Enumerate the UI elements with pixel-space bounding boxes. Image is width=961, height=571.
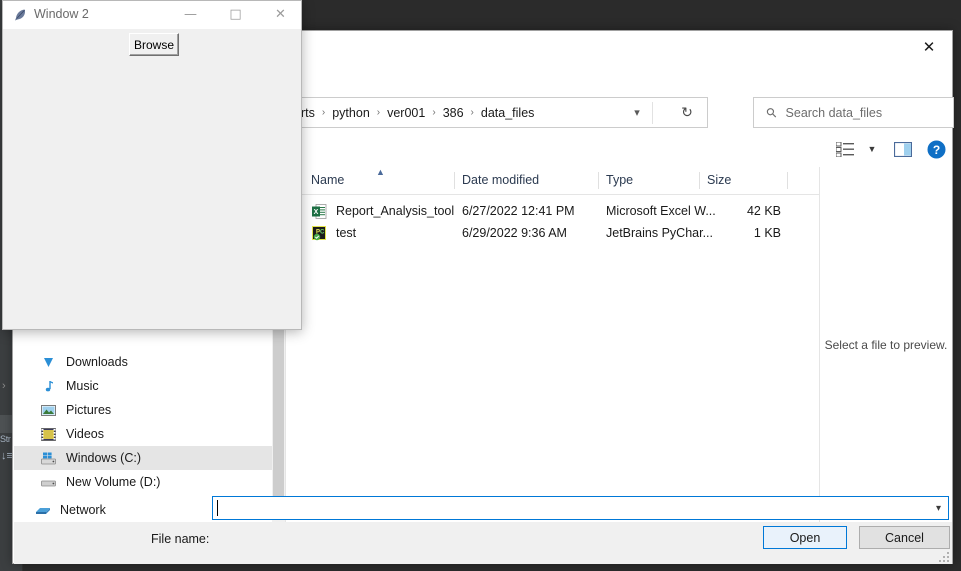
excel-file-icon: X <box>311 203 328 220</box>
file-name-cell[interactable]: P C test <box>311 222 356 244</box>
file-name-text: Report_Analysis_tool <box>336 204 455 218</box>
minimize-icon[interactable]: — <box>168 1 213 28</box>
text-caret <box>217 500 218 516</box>
feather-icon <box>12 7 28 23</box>
breadcrumb-separator: › <box>432 107 436 118</box>
breadcrumb-item-3[interactable]: 386 <box>440 106 467 120</box>
breadcrumb-item-1[interactable]: python <box>329 106 373 120</box>
sidebar-item-label: Pictures <box>66 403 112 417</box>
tkinter-titlebar[interactable]: Window 2 — □ ✕ <box>3 1 301 30</box>
resize-grip-icon[interactable] <box>937 550 949 562</box>
file-size-cell: 42 KB <box>746 204 781 218</box>
column-header-date[interactable]: Date modified <box>462 167 539 193</box>
network-icon <box>34 502 51 519</box>
file-size-cell: 1 KB <box>753 226 781 240</box>
column-header-type[interactable]: Type <box>606 167 633 193</box>
drive-windows-icon <box>40 450 57 467</box>
file-name-cell[interactable]: X Report_Analysis_tool <box>311 200 454 222</box>
tkinter-window: Window 2 — □ ✕ Browse <box>2 0 302 330</box>
column-divider[interactable] <box>699 172 700 189</box>
downloads-icon <box>40 354 57 371</box>
close-icon[interactable]: ✕ <box>258 1 303 28</box>
chevron-right-icon[interactable]: › <box>2 380 6 392</box>
sidebar-item-label: Videos <box>66 427 104 441</box>
file-date-cell: 6/29/2022 9:36 AM <box>462 226 567 240</box>
svg-text:X: X <box>314 209 319 216</box>
search-input[interactable]: Search data_files <box>786 106 883 120</box>
column-divider[interactable] <box>454 172 455 189</box>
music-icon <box>40 378 57 395</box>
drive-icon <box>40 474 57 491</box>
sidebar-item-label: Network <box>60 503 106 517</box>
column-headers: ▲ Name Date modified Type Size <box>286 167 819 195</box>
sidebar-item-pictures[interactable]: Pictures <box>14 398 272 422</box>
sidebar-item-downloads[interactable]: Downloads <box>14 350 272 374</box>
tkinter-window-title: Window 2 <box>34 7 89 21</box>
address-bar-divider <box>652 102 653 124</box>
ide-rail-label: Str <box>0 434 11 444</box>
maximize-icon[interactable]: □ <box>213 1 258 28</box>
sidebar-item-label: Music <box>66 379 99 393</box>
ide-bottom-strip <box>22 564 961 571</box>
column-header-name[interactable]: Name <box>311 167 344 193</box>
sidebar-item-label: Downloads <box>66 355 128 369</box>
sidebar-item-videos[interactable]: Videos <box>14 422 272 446</box>
help-icon[interactable]: ? <box>924 137 948 161</box>
sidebar-item-label: New Volume (D:) <box>66 475 161 489</box>
file-date-cell: 6/27/2022 12:41 PM <box>462 204 575 218</box>
filename-label: File name: <box>151 532 210 546</box>
breadcrumb-separator: › <box>376 107 381 118</box>
refresh-icon[interactable]: ↻ <box>669 98 705 127</box>
column-divider[interactable] <box>598 172 599 189</box>
chevron-down-icon[interactable]: ▼ <box>862 137 882 161</box>
breadcrumb-item-2[interactable]: ver001 <box>384 106 428 120</box>
cancel-button[interactable]: Cancel <box>859 526 950 549</box>
svg-text:?: ? <box>932 143 939 157</box>
sidebar-item-label: Windows (C:) <box>66 451 142 465</box>
breadcrumb-separator: › <box>321 107 326 118</box>
tkinter-window-body: Browse <box>3 29 301 329</box>
file-type-cell: JetBrains PyChar... <box>606 226 713 240</box>
search-icon: ⚲ <box>762 103 781 121</box>
open-button[interactable]: Open <box>763 526 847 549</box>
browse-button[interactable]: Browse <box>129 33 179 56</box>
pictures-icon <box>40 402 57 419</box>
svg-text:C: C <box>320 229 325 235</box>
file-name-text: test <box>336 226 357 240</box>
column-header-size[interactable]: Size <box>707 167 731 193</box>
file-type-cell: Microsoft Excel W... <box>606 204 716 218</box>
search-box[interactable]: ⚲ Search data_files <box>753 97 954 128</box>
close-icon[interactable]: ✕ <box>906 31 952 62</box>
breadcrumb: rts › python › ver001 › 386 › data_files <box>284 106 537 120</box>
column-divider[interactable] <box>787 172 788 189</box>
videos-icon <box>40 426 57 443</box>
preview-pane: Select a file to preview. <box>820 167 952 522</box>
chevron-down-icon[interactable]: ▾ <box>936 497 941 519</box>
sidebar-item-windows-c[interactable]: Windows (C:) <box>14 446 272 470</box>
preview-pane-icon[interactable] <box>888 137 918 161</box>
file-list: ▲ Name Date modified Type Size X Report_… <box>286 167 819 522</box>
preview-placeholder-text: Select a file to preview. <box>824 337 948 352</box>
filename-input[interactable]: ▾ <box>212 496 949 520</box>
chevron-down-icon[interactable]: ▾ <box>623 98 651 127</box>
table-row[interactable]: P C test 6/29/2022 9:36 AM JetBrains PyC… <box>286 222 819 244</box>
sidebar-item-music[interactable]: Music <box>14 374 272 398</box>
pycharm-file-icon: P C <box>311 225 328 242</box>
view-options-icon[interactable] <box>828 137 862 161</box>
sidebar-item-new-volume-d[interactable]: New Volume (D:) <box>14 470 272 494</box>
table-row[interactable]: X Report_Analysis_tool 6/27/2022 12:41 P… <box>286 200 819 222</box>
sort-ascending-icon: ▲ <box>376 167 385 177</box>
address-bar[interactable]: rts › python › ver001 › 386 › data_files… <box>283 97 708 128</box>
ide-right-strip <box>952 0 961 571</box>
breadcrumb-item-4[interactable]: data_files <box>478 106 538 120</box>
breadcrumb-separator: › <box>470 107 474 118</box>
